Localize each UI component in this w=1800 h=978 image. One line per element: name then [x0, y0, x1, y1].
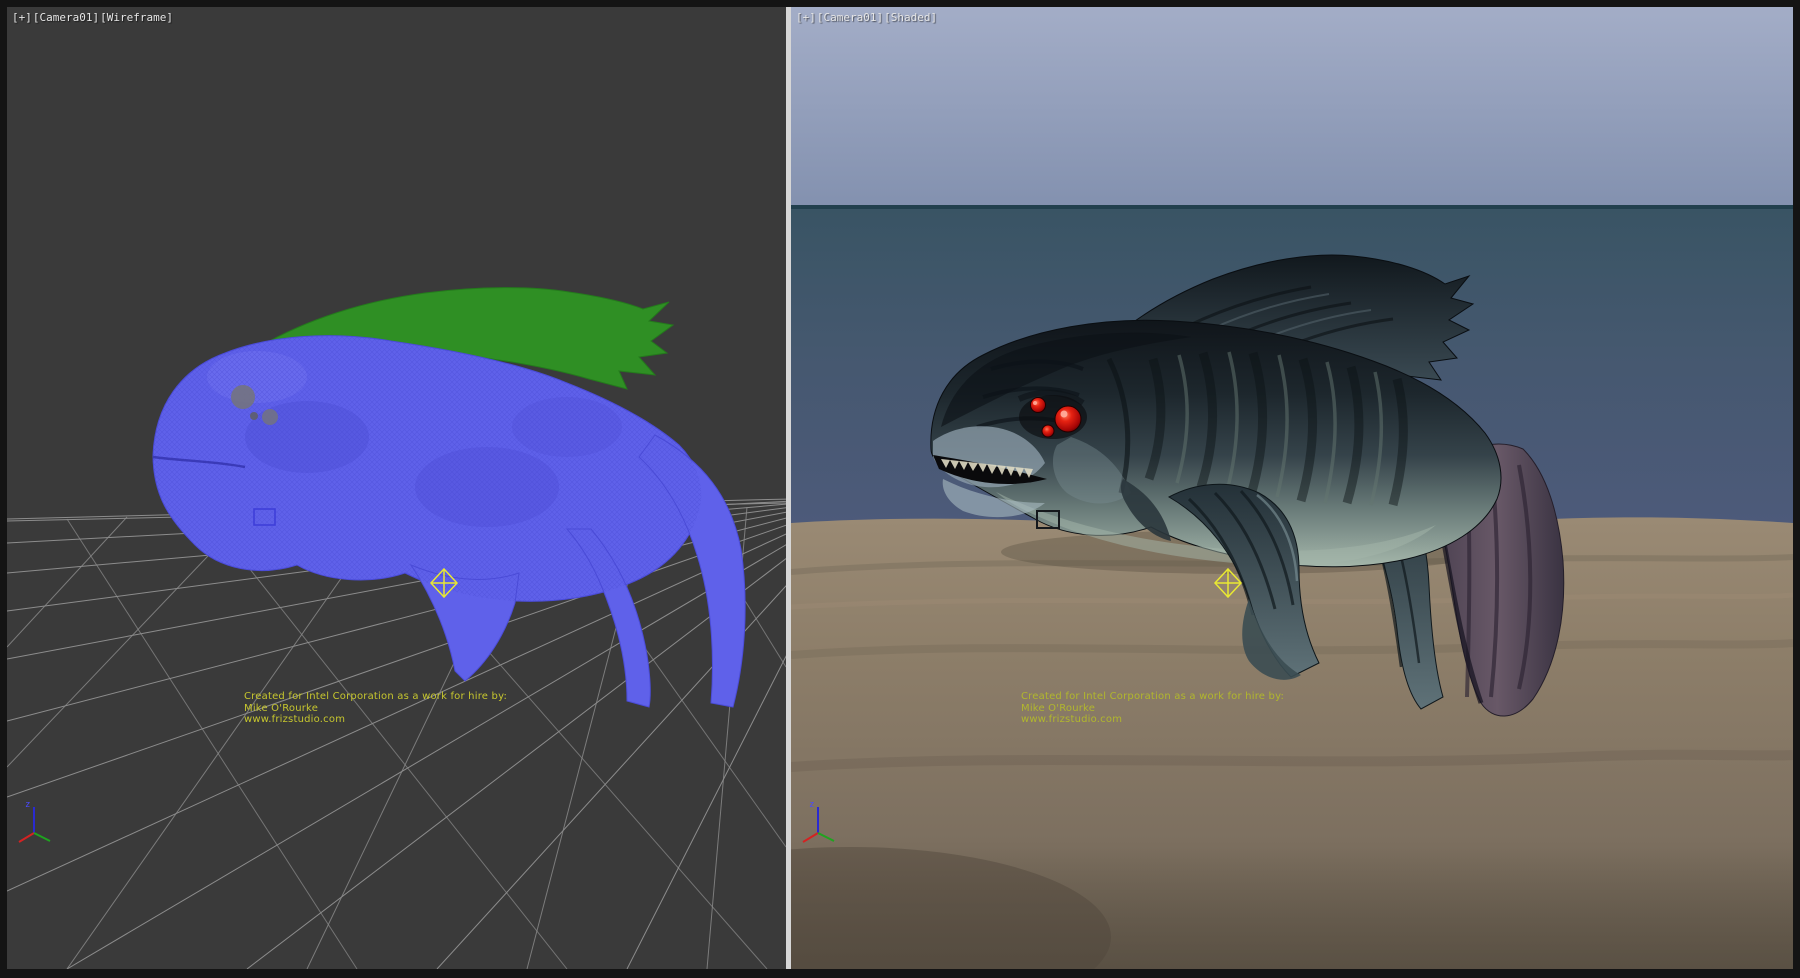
axis-z-label: z [809, 800, 814, 810]
fish-eye-wire-small [262, 409, 278, 425]
shaded-scene [791, 7, 1793, 969]
sky-upper [791, 7, 1793, 207]
viewport-shading-button[interactable]: [Wireframe] [100, 11, 173, 24]
viewport-label-right: [+] [Camera01] [Shaded] [796, 11, 937, 24]
viewport-camera-button[interactable]: [Camera01] [817, 11, 883, 24]
viewport-shading-button[interactable]: [Shaded] [884, 11, 937, 24]
fish-model-wireframe[interactable] [153, 288, 745, 707]
watermark-line1: Created for Intel Corporation as a work … [1021, 691, 1284, 703]
fish-eye-third [1042, 425, 1054, 437]
axis-x [19, 833, 34, 842]
viewport-menu-button[interactable]: [+] [796, 11, 816, 24]
viewport-menu-button[interactable]: [+] [12, 11, 32, 24]
axis-z-label: z [25, 800, 30, 810]
axis-y [34, 833, 50, 841]
watermark-line2: Mike O'Rourke [244, 703, 507, 715]
fish-eye-small [1031, 398, 1046, 413]
watermark-line2: Mike O'Rourke [1021, 703, 1284, 715]
watermark: Created for Intel Corporation as a work … [1021, 691, 1284, 726]
viewport-frame: [+] [Camera01] [Wireframe] [0, 0, 1800, 978]
wireframe-scene [7, 7, 786, 969]
watermark-line3: www.frizstudio.com [244, 714, 507, 726]
fish-eye-wire-dot [250, 412, 258, 420]
axis-x [803, 833, 818, 842]
axis-y [818, 833, 834, 841]
world-axis-tripod: z [17, 797, 63, 847]
viewport-camera-button[interactable]: [Camera01] [33, 11, 99, 24]
viewport-shaded[interactable]: [+] [Camera01] [Shaded] [791, 7, 1793, 969]
eye-highlight-large [1061, 411, 1068, 418]
watermark-line1: Created for Intel Corporation as a work … [244, 691, 507, 703]
eye-highlight-small [1033, 401, 1037, 405]
watermark: Created for Intel Corporation as a work … [244, 691, 507, 726]
viewport-label-left: [+] [Camera01] [Wireframe] [12, 11, 173, 24]
horizon-line [791, 205, 1793, 209]
fish-eye-wire-large [231, 385, 255, 409]
watermark-line3: www.frizstudio.com [1021, 714, 1284, 726]
world-axis-tripod: z [801, 797, 847, 847]
viewport-wireframe[interactable]: [+] [Camera01] [Wireframe] [7, 7, 786, 969]
fish-eye-large [1055, 406, 1081, 432]
